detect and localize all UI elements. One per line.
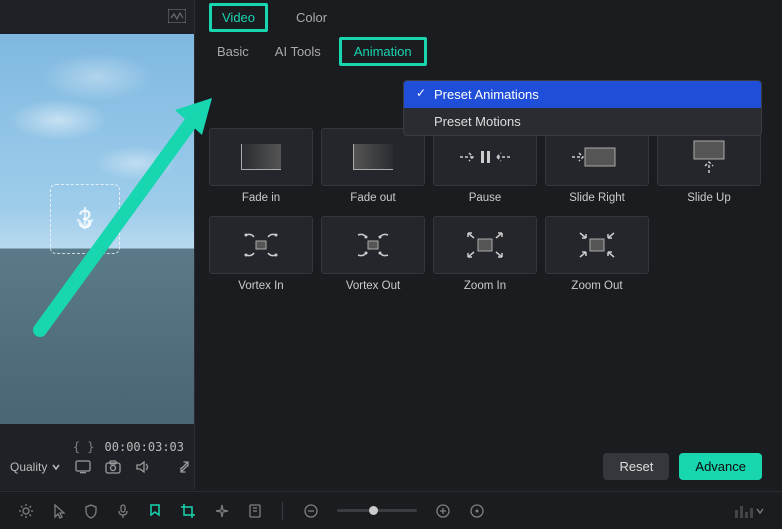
snapshot-icon[interactable] <box>105 460 121 474</box>
preset-zoom-in[interactable]: Zoom In <box>433 216 537 292</box>
subtab-ai-tools[interactable]: AI Tools <box>267 38 329 65</box>
cursor-icon[interactable] <box>52 503 66 519</box>
video-preview[interactable]: 3 <box>0 34 194 424</box>
quality-label: Quality <box>10 460 47 474</box>
preset-label: Zoom Out <box>545 280 649 292</box>
preset-label: Pause <box>433 192 537 204</box>
properties-pane: Video Color Basic AI Tools Animation Fad… <box>195 0 782 490</box>
mic-icon[interactable] <box>116 503 130 519</box>
preset-label: Slide Up <box>657 192 761 204</box>
advance-button[interactable]: Advance <box>679 453 762 480</box>
preset-fade-in[interactable]: Fade in <box>209 128 313 204</box>
zoom-in-icon[interactable] <box>435 503 451 519</box>
preset-slide-right[interactable]: Slide Right <box>545 128 649 204</box>
brackets-indicator: { } <box>73 440 95 454</box>
preset-label: Zoom In <box>433 280 537 292</box>
tab-color[interactable]: Color <box>290 6 333 29</box>
reset-button[interactable]: Reset <box>603 453 669 480</box>
preset-label: Slide Right <box>545 192 649 204</box>
zoom-out-icon[interactable] <box>303 503 319 519</box>
preset-label: Fade in <box>209 192 313 204</box>
preset-label: Vortex Out <box>321 280 425 292</box>
preview-pane: 3 { } 00:00:03:03 Quality <box>0 0 195 490</box>
preset-zoom-out[interactable]: Zoom Out <box>545 216 649 292</box>
track-height-icon[interactable] <box>735 504 764 518</box>
fullscreen-icon[interactable] <box>179 460 193 474</box>
subtab-animation[interactable]: Animation <box>339 37 427 66</box>
preset-label: Fade out <box>321 192 425 204</box>
preset-label: Vortex In <box>209 280 313 292</box>
cast-icon[interactable] <box>75 460 91 474</box>
dropdown-preset-motions[interactable]: Preset Motions <box>404 108 761 135</box>
volume-icon[interactable] <box>135 460 151 474</box>
chevron-down-icon <box>51 462 61 472</box>
preset-slide-up[interactable]: Slide Up <box>657 128 761 204</box>
preset-animations-grid: Fade in Fade out Pause Slide Right <box>209 128 768 292</box>
preview-placeholder: 3 <box>50 184 120 254</box>
preset-pause[interactable]: Pause <box>433 128 537 204</box>
marker-icon[interactable] <box>148 503 162 519</box>
shield-icon[interactable] <box>84 503 98 519</box>
brightness-icon[interactable] <box>18 503 34 519</box>
preset-vortex-out[interactable]: Vortex Out <box>321 216 425 292</box>
preset-fade-out[interactable]: Fade out <box>321 128 425 204</box>
sparkle-icon[interactable] <box>214 503 230 519</box>
fit-icon[interactable] <box>469 503 485 519</box>
timeline-toolbar <box>0 491 782 529</box>
dropdown-preset-animations[interactable]: Preset Animations <box>404 81 761 108</box>
crop-icon[interactable] <box>180 503 196 519</box>
preset-type-dropdown[interactable]: Preset Animations Preset Motions <box>403 80 762 136</box>
timecode-display: 00:00:03:03 <box>105 440 184 454</box>
waveform-icon[interactable] <box>168 9 186 23</box>
subtab-basic[interactable]: Basic <box>209 38 257 65</box>
top-tabs: Video Color <box>195 0 782 34</box>
tab-video[interactable]: Video <box>209 3 268 32</box>
download-icon[interactable] <box>248 503 262 519</box>
quality-selector[interactable]: Quality <box>10 460 61 474</box>
sub-tabs: Basic AI Tools Animation <box>195 34 782 74</box>
preset-vortex-in[interactable]: Vortex In <box>209 216 313 292</box>
zoom-slider[interactable] <box>337 509 417 512</box>
